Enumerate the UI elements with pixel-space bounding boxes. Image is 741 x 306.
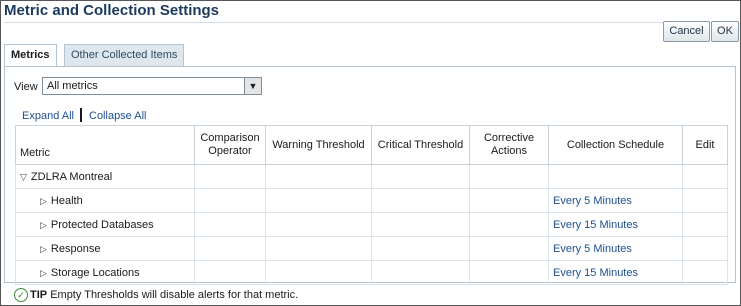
critical-threshold-cell	[371, 260, 470, 285]
table-row[interactable]: ▷ Storage Locations Every 15 Minutes	[15, 260, 728, 285]
metric-cell: ▷ Health	[15, 188, 195, 213]
comparison-operator-cell	[194, 188, 266, 213]
tip-text: Empty Thresholds will disable alerts for…	[50, 288, 299, 301]
warning-threshold-cell	[265, 164, 372, 189]
critical-threshold-cell	[371, 212, 470, 237]
metric-cell: ▷ Storage Locations	[15, 260, 195, 285]
comparison-operator-cell	[194, 260, 266, 285]
collection-schedule-cell: Every 15 Minutes	[548, 260, 683, 285]
checkmark-icon: ✓	[14, 288, 28, 302]
collection-schedule-cell: Every 5 Minutes	[548, 188, 683, 213]
metric-cell: ▷ Protected Databases	[15, 212, 195, 237]
metrics-table: Metric Comparison Operator Warning Thres…	[15, 125, 728, 285]
table-row[interactable]: ▽ ZDLRA Montreal	[15, 164, 728, 189]
chevron-down-icon[interactable]: ▼	[244, 78, 261, 94]
col-header-warning-threshold[interactable]: Warning Threshold	[265, 125, 372, 165]
view-select-value: All metrics	[47, 80, 98, 92]
col-header-comparison-operator[interactable]: Comparison Operator	[194, 125, 266, 165]
warning-threshold-cell	[265, 212, 372, 237]
metric-cell: ▽ ZDLRA Montreal	[15, 164, 195, 189]
col-header-critical-threshold[interactable]: Critical Threshold	[371, 125, 470, 165]
collection-schedule-link[interactable]: Every 15 Minutes	[553, 219, 638, 231]
tip-label: TIP	[30, 288, 48, 301]
corrective-actions-cell	[469, 212, 549, 237]
view-label: View	[14, 81, 38, 93]
tab-other-collected-items[interactable]: Other Collected Items	[64, 44, 185, 66]
metric-cell: ▷ Response	[15, 236, 195, 261]
ok-button[interactable]: OK	[711, 21, 739, 42]
table-row[interactable]: ▷ Protected Databases Every 15 Minutes	[15, 212, 728, 237]
table-header-row: Metric Comparison Operator Warning Thres…	[15, 125, 728, 165]
comparison-operator-cell	[194, 164, 266, 189]
comparison-operator-cell	[194, 236, 266, 261]
col-header-metric[interactable]: Metric	[15, 125, 195, 165]
metric-name: Storage Locations	[50, 266, 140, 279]
collection-schedule-link[interactable]: Every 5 Minutes	[553, 243, 632, 255]
corrective-actions-cell	[469, 188, 549, 213]
corrective-actions-cell	[469, 164, 549, 189]
view-select[interactable]: All metrics ▼	[42, 77, 262, 95]
expanded-triangle-icon[interactable]: ▽	[20, 172, 27, 183]
title-divider	[4, 22, 737, 23]
edit-cell	[682, 236, 728, 261]
metric-name: Health	[50, 194, 83, 207]
corrective-actions-cell	[469, 260, 549, 285]
warning-threshold-cell	[265, 188, 372, 213]
col-header-edit[interactable]: Edit	[682, 125, 728, 165]
page-title: Metric and Collection Settings	[4, 2, 220, 19]
critical-threshold-cell	[371, 188, 470, 213]
col-header-collection-schedule[interactable]: Collection Schedule	[548, 125, 683, 165]
collapsed-triangle-icon[interactable]: ▷	[40, 268, 47, 279]
collapse-all-link[interactable]: Collapse All	[89, 110, 146, 122]
warning-threshold-cell	[265, 260, 372, 285]
comparison-operator-cell	[194, 212, 266, 237]
collection-schedule-cell: Every 5 Minutes	[548, 236, 683, 261]
collapsed-triangle-icon[interactable]: ▷	[40, 196, 47, 207]
col-header-corrective-actions[interactable]: Corrective Actions	[469, 125, 549, 165]
critical-threshold-cell	[371, 236, 470, 261]
edit-cell	[682, 188, 728, 213]
collection-schedule-link[interactable]: Every 5 Minutes	[553, 195, 632, 207]
edit-cell	[682, 212, 728, 237]
metric-name: Protected Databases	[50, 218, 154, 231]
tip-message: ✓ TIP Empty Thresholds will disable alert…	[14, 288, 298, 302]
collection-schedule-link[interactable]: Every 15 Minutes	[553, 267, 638, 279]
cancel-button[interactable]: Cancel	[663, 21, 710, 42]
warning-threshold-cell	[265, 236, 372, 261]
table-row[interactable]: ▷ Response Every 5 Minutes	[15, 236, 728, 261]
corrective-actions-cell	[469, 236, 549, 261]
edit-cell	[682, 260, 728, 285]
table-row[interactable]: ▷ Health Every 5 Minutes	[15, 188, 728, 213]
collapsed-triangle-icon[interactable]: ▷	[40, 244, 47, 255]
metric-name: Response	[50, 242, 101, 255]
edit-cell	[682, 164, 728, 189]
tab-metrics[interactable]: Metrics	[4, 44, 57, 67]
metric-name: ZDLRA Montreal	[30, 170, 113, 183]
link-separator	[80, 108, 82, 122]
collapsed-triangle-icon[interactable]: ▷	[40, 220, 47, 231]
collection-schedule-cell	[548, 164, 683, 189]
expand-all-link[interactable]: Expand All	[22, 110, 74, 122]
collection-schedule-cell: Every 15 Minutes	[548, 212, 683, 237]
critical-threshold-cell	[371, 164, 470, 189]
